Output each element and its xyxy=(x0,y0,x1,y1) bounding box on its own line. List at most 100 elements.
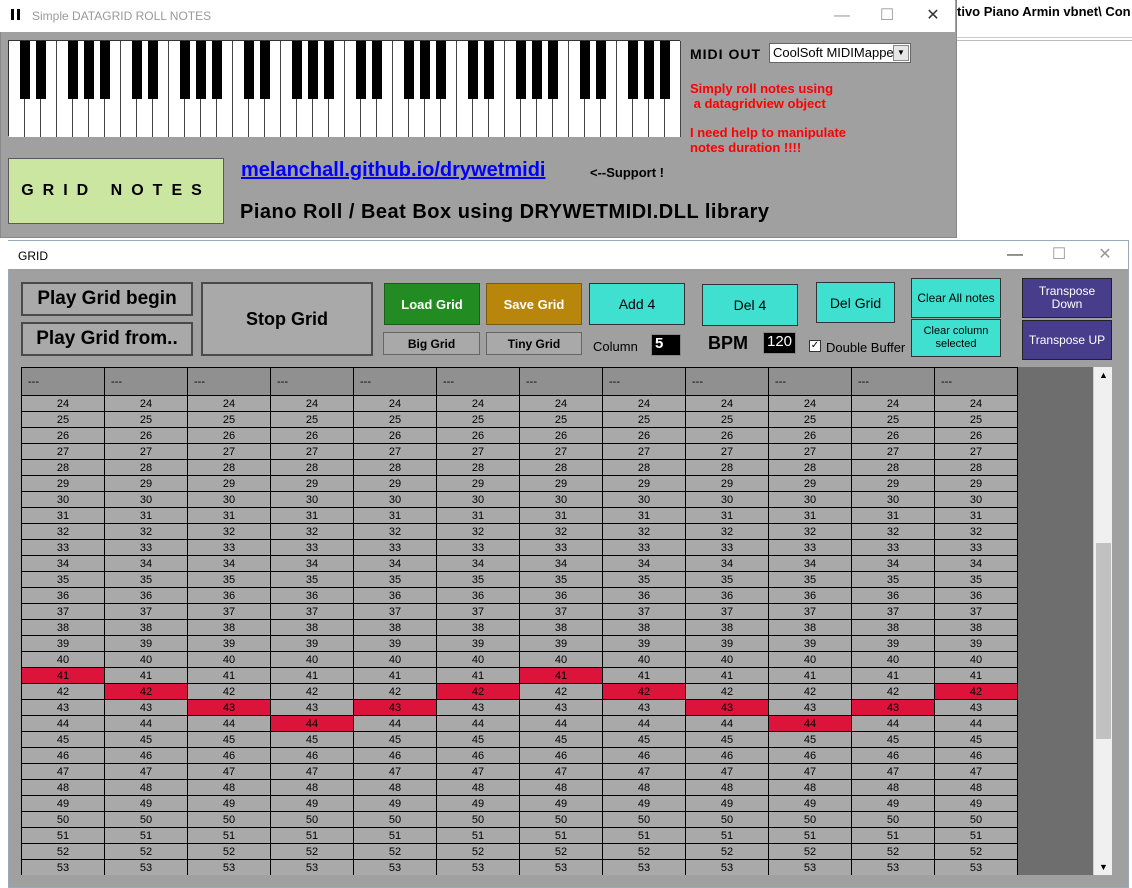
note-cell[interactable]: 47 xyxy=(21,763,105,780)
note-cell[interactable]: 48 xyxy=(187,779,271,796)
black-key[interactable] xyxy=(324,41,334,99)
note-cell[interactable]: 38 xyxy=(768,619,852,636)
note-cell[interactable]: 38 xyxy=(187,619,271,636)
note-cell[interactable]: 31 xyxy=(768,507,852,524)
note-cell[interactable]: 39 xyxy=(104,635,188,652)
note-cell[interactable]: 36 xyxy=(768,587,852,604)
note-cell[interactable]: 44 xyxy=(519,715,603,732)
note-cell[interactable]: 38 xyxy=(519,619,603,636)
vertical-scrollbar[interactable]: ▲ ▼ xyxy=(1093,367,1112,875)
note-cell[interactable]: 32 xyxy=(270,523,354,540)
note-cell[interactable]: 32 xyxy=(353,523,437,540)
note-cell[interactable]: 33 xyxy=(519,539,603,556)
note-cell[interactable]: 48 xyxy=(685,779,769,796)
scroll-up-icon[interactable]: ▲ xyxy=(1094,367,1113,383)
note-cell[interactable]: 34 xyxy=(104,555,188,572)
note-cell[interactable]: 30 xyxy=(934,491,1018,508)
note-cell[interactable]: 33 xyxy=(104,539,188,556)
black-key[interactable] xyxy=(468,41,478,99)
note-cell[interactable]: 48 xyxy=(436,779,520,796)
note-cell[interactable]: 52 xyxy=(104,843,188,860)
note-cell[interactable]: 37 xyxy=(353,603,437,620)
note-cell[interactable]: 25 xyxy=(519,411,603,428)
note-cell[interactable]: 44 xyxy=(270,715,354,732)
note-cell[interactable]: 46 xyxy=(21,747,105,764)
note-cell[interactable]: 46 xyxy=(353,747,437,764)
note-cell[interactable]: 42 xyxy=(104,683,188,700)
note-cell[interactable]: 28 xyxy=(104,459,188,476)
note-cell[interactable]: 30 xyxy=(270,491,354,508)
note-cell[interactable]: 37 xyxy=(270,603,354,620)
note-cell[interactable]: 34 xyxy=(353,555,437,572)
black-key[interactable] xyxy=(68,41,78,99)
note-cell[interactable]: 40 xyxy=(519,651,603,668)
note-cell[interactable]: 30 xyxy=(187,491,271,508)
note-cell[interactable]: 36 xyxy=(353,587,437,604)
note-cell[interactable]: 39 xyxy=(270,635,354,652)
note-cell[interactable]: 40 xyxy=(768,651,852,668)
note-cell[interactable]: 39 xyxy=(851,635,935,652)
note-cell[interactable]: 40 xyxy=(104,651,188,668)
note-cell[interactable]: 35 xyxy=(934,571,1018,588)
note-cell[interactable]: 52 xyxy=(187,843,271,860)
note-cell[interactable]: 46 xyxy=(602,747,686,764)
note-cell[interactable]: 48 xyxy=(104,779,188,796)
note-cell[interactable]: 38 xyxy=(934,619,1018,636)
note-cell[interactable]: 47 xyxy=(851,763,935,780)
note-cell[interactable]: 52 xyxy=(934,843,1018,860)
note-cell[interactable]: 47 xyxy=(270,763,354,780)
note-cell[interactable]: 50 xyxy=(685,811,769,828)
note-cell[interactable]: 29 xyxy=(934,475,1018,492)
note-cell[interactable]: 50 xyxy=(768,811,852,828)
note-cell[interactable]: 34 xyxy=(21,555,105,572)
black-key[interactable] xyxy=(548,41,558,99)
black-key[interactable] xyxy=(484,41,494,99)
note-cell[interactable]: 44 xyxy=(851,715,935,732)
note-cell[interactable]: 47 xyxy=(685,763,769,780)
note-cell[interactable]: 26 xyxy=(519,427,603,444)
transpose-down-button[interactable]: Transpose Down xyxy=(1022,278,1112,318)
note-cell[interactable]: 41 xyxy=(685,667,769,684)
note-cell[interactable]: 43 xyxy=(353,699,437,716)
note-cell[interactable]: 28 xyxy=(851,459,935,476)
note-cell[interactable]: 28 xyxy=(934,459,1018,476)
note-cell[interactable]: 45 xyxy=(436,731,520,748)
column-header[interactable]: --- xyxy=(768,367,852,396)
note-cell[interactable]: 28 xyxy=(353,459,437,476)
note-cell[interactable]: 25 xyxy=(851,411,935,428)
note-cell[interactable]: 43 xyxy=(187,699,271,716)
note-cell[interactable]: 31 xyxy=(685,507,769,524)
note-cell[interactable]: 32 xyxy=(104,523,188,540)
note-cell[interactable]: 41 xyxy=(21,667,105,684)
note-cell[interactable]: 35 xyxy=(768,571,852,588)
note-cell[interactable]: 24 xyxy=(685,395,769,412)
note-cell[interactable]: 52 xyxy=(519,843,603,860)
note-cell[interactable]: 41 xyxy=(187,667,271,684)
note-cell[interactable]: 42 xyxy=(21,683,105,700)
add-4-button[interactable]: Add 4 xyxy=(589,283,685,325)
note-cell[interactable]: 31 xyxy=(436,507,520,524)
note-cell[interactable]: 50 xyxy=(436,811,520,828)
column-header[interactable]: --- xyxy=(851,367,935,396)
black-key[interactable] xyxy=(20,41,30,99)
note-cell[interactable]: 32 xyxy=(768,523,852,540)
note-cell[interactable]: 47 xyxy=(934,763,1018,780)
note-cell[interactable]: 42 xyxy=(602,683,686,700)
note-cell[interactable]: 37 xyxy=(934,603,1018,620)
note-cell[interactable]: 51 xyxy=(21,827,105,844)
note-cell[interactable]: 43 xyxy=(851,699,935,716)
note-cell[interactable]: 25 xyxy=(436,411,520,428)
note-cell[interactable]: 43 xyxy=(21,699,105,716)
note-cell[interactable]: 41 xyxy=(270,667,354,684)
black-key[interactable] xyxy=(244,41,254,99)
note-cell[interactable]: 53 xyxy=(187,859,271,875)
note-cell[interactable]: 44 xyxy=(602,715,686,732)
note-cell[interactable]: 51 xyxy=(187,827,271,844)
note-cell[interactable]: 38 xyxy=(21,619,105,636)
note-cell[interactable]: 42 xyxy=(851,683,935,700)
note-cell[interactable]: 31 xyxy=(851,507,935,524)
note-cell[interactable]: 36 xyxy=(270,587,354,604)
note-cell[interactable]: 30 xyxy=(602,491,686,508)
note-cell[interactable]: 34 xyxy=(685,555,769,572)
note-cell[interactable]: 28 xyxy=(768,459,852,476)
